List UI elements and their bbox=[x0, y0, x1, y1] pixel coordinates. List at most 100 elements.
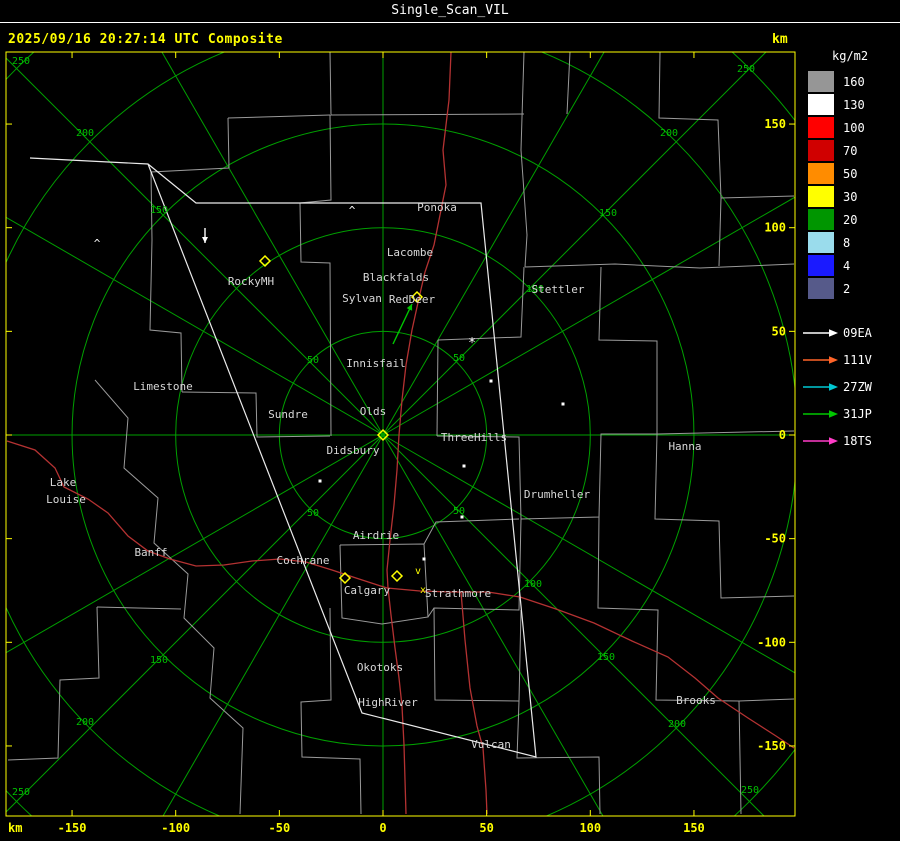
bottom-axis-label: 50 bbox=[479, 821, 493, 835]
legend-swatch bbox=[808, 278, 834, 299]
legend-panel: kg/m2 160 130 100 70 50 30 20 8 4 2 09EA 111V 27ZW 3… bbox=[800, 23, 900, 841]
town-label: Banff bbox=[134, 546, 167, 559]
town-label: Ponoka bbox=[417, 201, 457, 214]
county-boundary bbox=[566, 52, 571, 115]
bottom-axis-unit-label: km bbox=[8, 821, 22, 835]
ring-distance-label: 150 bbox=[599, 208, 617, 219]
legend-entry: 30 bbox=[808, 186, 900, 207]
legend-entry: 50 bbox=[808, 163, 900, 184]
bottom-axis-label: 150 bbox=[683, 821, 705, 835]
town-label: Lacombe bbox=[387, 246, 433, 259]
legend-swatch bbox=[808, 255, 834, 276]
ring-distance-label: 200 bbox=[660, 128, 678, 139]
town-label: Sundre bbox=[268, 408, 308, 421]
ring-distance-label: 50 bbox=[453, 506, 465, 517]
radar-map-canvas[interactable]: *^^vx25020015050 5010015020025050 50100150… bbox=[0, 0, 800, 841]
storm-cell-dot bbox=[422, 557, 426, 561]
legend-value: 30 bbox=[843, 189, 858, 204]
range-spoke bbox=[161, 52, 384, 436]
county-boundary bbox=[437, 266, 525, 341]
legend-entry: 8 bbox=[808, 232, 900, 253]
legend-swatch bbox=[808, 71, 834, 92]
county-boundary bbox=[433, 607, 522, 702]
storm-track-legend: 09EA 111V 27ZW 31JP 18TS bbox=[800, 319, 900, 454]
ring-distance-label: 200 bbox=[668, 719, 686, 730]
legend-value: 50 bbox=[843, 166, 858, 181]
town-label: Limestone bbox=[133, 380, 193, 393]
ring-distance-label: 100 bbox=[524, 579, 542, 590]
town-label: Calgary bbox=[344, 584, 391, 597]
right-axis-label: -150 bbox=[757, 739, 786, 753]
ring-distance-label: 200 bbox=[76, 128, 94, 139]
color-scale: 160 130 100 70 50 30 20 8 4 2 bbox=[800, 71, 900, 299]
legend-value: 4 bbox=[843, 258, 851, 273]
ring-distance-label: 50 bbox=[307, 355, 319, 366]
storm-track-id: 09EA bbox=[843, 325, 872, 340]
town-label: Cochrane bbox=[277, 554, 330, 567]
town-label: Strathmore bbox=[425, 587, 491, 600]
legend-entry: 130 bbox=[808, 94, 900, 115]
town-label: Brooks bbox=[676, 694, 716, 707]
legend-swatch bbox=[808, 94, 834, 115]
right-axis-label: 150 bbox=[764, 117, 786, 131]
legend-entry: 2 bbox=[808, 278, 900, 299]
storm-cell-dot bbox=[462, 464, 466, 468]
ring-distance-label: 50 bbox=[453, 353, 465, 364]
range-spoke bbox=[382, 196, 795, 436]
right-axis-label: 0 bbox=[779, 428, 786, 442]
county-boundary bbox=[150, 117, 230, 241]
storm-track-legend-entry: 18TS bbox=[802, 427, 900, 454]
county-boundary bbox=[654, 433, 795, 599]
bottom-axis-label: 0 bbox=[379, 821, 386, 835]
county-boundary bbox=[718, 197, 722, 267]
ring-distance-label: 250 bbox=[12, 787, 30, 798]
town-label: Drumheller bbox=[524, 488, 591, 501]
bottom-axis-label: -50 bbox=[269, 821, 291, 835]
town-label: HighRiver bbox=[358, 696, 418, 709]
cell-caret-down-icon: v bbox=[415, 566, 421, 577]
storm-track-id: 111V bbox=[843, 352, 872, 367]
storm-track-arrowhead-icon bbox=[202, 237, 208, 243]
ring-distance-label: 250 bbox=[737, 64, 755, 75]
radar-app-window: { "window": { "title": "Single_Scan_VIL"… bbox=[0, 0, 900, 841]
county-boundary bbox=[598, 266, 658, 434]
ring-distance-label: 150 bbox=[597, 652, 615, 663]
town-label: RockyMH bbox=[228, 275, 274, 288]
town-label: Stettler bbox=[532, 283, 585, 296]
right-axis-label: -50 bbox=[764, 532, 786, 546]
legend-value: 160 bbox=[843, 74, 865, 89]
cell-caret-up-icon: ^ bbox=[349, 204, 356, 217]
legend-entry: 4 bbox=[808, 255, 900, 276]
right-axis-label: -100 bbox=[757, 635, 786, 649]
legend-unit-label: kg/m2 bbox=[832, 49, 869, 63]
town-label: RedDeer bbox=[389, 293, 436, 306]
storm-cell-dot bbox=[318, 479, 322, 483]
map-layers: *^^vx25020015050 5010015020025050 50100150… bbox=[6, 52, 795, 816]
legend-entry: 20 bbox=[808, 209, 900, 230]
county-boundary bbox=[524, 263, 795, 269]
legend-swatch bbox=[808, 117, 834, 138]
legend-swatch bbox=[808, 186, 834, 207]
legend-entry: 70 bbox=[808, 140, 900, 161]
storm-track-arrow-icon bbox=[803, 409, 838, 418]
county-boundary bbox=[96, 606, 182, 610]
legend-swatch bbox=[808, 140, 834, 161]
legend-value: 8 bbox=[843, 235, 851, 250]
range-spoke bbox=[382, 52, 605, 436]
bottom-axis-label: -100 bbox=[161, 821, 190, 835]
ring-distance-label: 250 bbox=[12, 56, 30, 67]
county-boundary bbox=[7, 606, 100, 761]
county-boundary bbox=[516, 700, 601, 815]
storm-track-arrow-icon bbox=[803, 328, 838, 337]
ring-distance-label: 150 bbox=[150, 205, 168, 216]
highway-line bbox=[386, 587, 795, 749]
storm-track-legend-entry: 27ZW bbox=[802, 373, 900, 400]
scan-coverage-outline bbox=[29, 157, 537, 758]
town-label: Blackfalds bbox=[363, 271, 429, 284]
storm-track-id: 31JP bbox=[843, 406, 872, 421]
storm-track-arrow-icon bbox=[803, 436, 838, 445]
town-label: Didsbury bbox=[327, 444, 380, 457]
legend-entry: 160 bbox=[808, 71, 900, 92]
town-label: Vulcan bbox=[471, 738, 511, 751]
county-boundary bbox=[597, 516, 742, 815]
